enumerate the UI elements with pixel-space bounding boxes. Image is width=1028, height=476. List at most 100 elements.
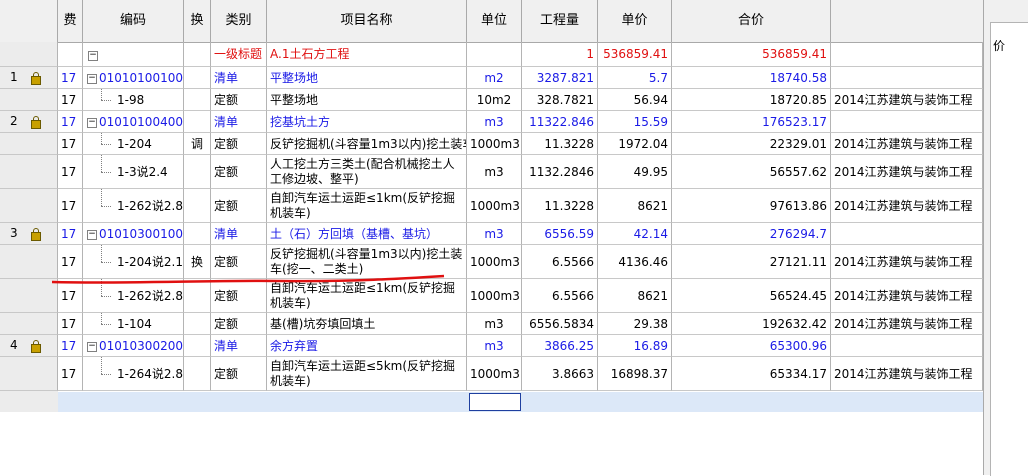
huan-cell[interactable] <box>184 89 211 111</box>
standard-cell[interactable] <box>831 67 983 89</box>
code-cell[interactable]: 010101004001 <box>83 111 184 133</box>
item-name-cell[interactable]: 自卸汽车运土运距≤1km(反铲挖掘机装车) <box>267 279 467 313</box>
code-cell[interactable]: 1-104 <box>83 313 184 335</box>
fee-cell[interactable]: 17 <box>58 223 83 245</box>
col-header-total[interactable]: 合价 <box>672 0 831 42</box>
item-name-cell[interactable]: 土（石）方回填（基槽、基坑） <box>267 223 467 245</box>
standard-cell[interactable]: 2014江苏建筑与装饰工程 <box>831 245 983 279</box>
standard-cell[interactable]: 2014江苏建筑与装饰工程 <box>831 313 983 335</box>
quantity-cell[interactable]: 11.3228 <box>522 133 598 155</box>
col-header-qty[interactable]: 工程量 <box>522 0 598 42</box>
code-cell[interactable]: 1-3说2.4 <box>83 155 184 189</box>
row-header[interactable]: 3 <box>0 223 58 245</box>
unit-price-cell[interactable]: 4136.46 <box>598 245 672 279</box>
total-price-cell[interactable]: 18720.85 <box>672 89 831 111</box>
total-price-cell[interactable]: 27121.11 <box>672 245 831 279</box>
row-header[interactable]: 2 <box>0 111 58 133</box>
collapse-icon[interactable]: − <box>87 342 97 352</box>
collapse-icon[interactable]: − <box>87 230 97 240</box>
standard-cell[interactable]: 2014江苏建筑与装饰工程 <box>831 133 983 155</box>
quantity-cell[interactable]: 1132.2846 <box>522 155 598 189</box>
huan-cell[interactable] <box>184 111 211 133</box>
fee-cell[interactable]: 17 <box>58 111 83 133</box>
unit-cell[interactable]: 1000m3 <box>467 279 522 313</box>
fee-cell[interactable]: 17 <box>58 133 83 155</box>
col-header-name[interactable]: 项目名称 <box>267 0 467 42</box>
unit-cell[interactable]: m2 <box>467 67 522 89</box>
fee-cell[interactable]: 17 <box>58 89 83 111</box>
category-cell[interactable]: 定额 <box>211 155 267 189</box>
code-cell[interactable]: 010103001001 <box>83 223 184 245</box>
quantity-cell[interactable]: 1 <box>522 42 598 67</box>
unit-price-cell[interactable]: 536859.41 <box>598 42 672 67</box>
unit-price-cell[interactable]: 29.38 <box>598 313 672 335</box>
col-header-unit[interactable]: 单位 <box>467 0 522 42</box>
row-header[interactable]: 1 <box>0 67 58 89</box>
category-cell[interactable]: 定额 <box>211 133 267 155</box>
code-cell[interactable]: 1-98 <box>83 89 184 111</box>
row-header[interactable] <box>0 89 58 111</box>
total-price-cell[interactable]: 22329.01 <box>672 133 831 155</box>
row-header[interactable] <box>0 42 58 67</box>
huan-cell[interactable]: 换 <box>184 245 211 279</box>
col-header-huan[interactable]: 换 <box>184 0 211 42</box>
collapse-icon[interactable]: − <box>88 50 98 61</box>
collapse-icon[interactable]: − <box>87 74 97 84</box>
unit-cell[interactable]: m3 <box>467 335 522 357</box>
col-header-category[interactable]: 类别 <box>211 0 267 42</box>
fee-cell[interactable]: 17 <box>58 245 83 279</box>
row-header[interactable] <box>0 357 58 391</box>
fee-cell[interactable]: 17 <box>58 67 83 89</box>
standard-cell[interactable]: 2014江苏建筑与装饰工程 <box>831 155 983 189</box>
standard-cell[interactable] <box>831 335 983 357</box>
category-cell[interactable]: 清单 <box>211 67 267 89</box>
unit-price-cell[interactable]: 15.59 <box>598 111 672 133</box>
standard-cell[interactable]: 2014江苏建筑与装饰工程 <box>831 189 983 223</box>
total-price-cell[interactable]: 192632.42 <box>672 313 831 335</box>
quantity-cell[interactable]: 6556.59 <box>522 223 598 245</box>
item-name-cell[interactable]: 余方弃置 <box>267 335 467 357</box>
huan-cell[interactable] <box>184 279 211 313</box>
category-cell[interactable]: 定额 <box>211 357 267 391</box>
category-cell[interactable]: 定额 <box>211 279 267 313</box>
unit-cell[interactable]: 1000m3 <box>467 245 522 279</box>
standard-cell[interactable]: 2014江苏建筑与装饰工程 <box>831 279 983 313</box>
row-header[interactable]: 4 <box>0 335 58 357</box>
standard-cell[interactable] <box>831 42 983 67</box>
fee-cell[interactable]: 17 <box>58 335 83 357</box>
row-header[interactable] <box>0 155 58 189</box>
col-header-code[interactable]: 编码 <box>83 0 184 42</box>
huan-cell[interactable] <box>184 155 211 189</box>
unit-price-cell[interactable]: 8621 <box>598 279 672 313</box>
category-cell[interactable]: 定额 <box>211 245 267 279</box>
huan-cell[interactable] <box>184 189 211 223</box>
unit-cell[interactable]: 1000m3 <box>467 133 522 155</box>
total-price-cell[interactable]: 65300.96 <box>672 335 831 357</box>
huan-cell[interactable] <box>184 67 211 89</box>
item-name-cell[interactable]: 基(槽)坑夯填回填土 <box>267 313 467 335</box>
fee-cell[interactable]: 17 <box>58 313 83 335</box>
standard-cell[interactable]: 2014江苏建筑与装饰工程 <box>831 89 983 111</box>
unit-price-cell[interactable]: 49.95 <box>598 155 672 189</box>
quantity-cell[interactable]: 11.3228 <box>522 189 598 223</box>
quantity-cell[interactable]: 6556.5834 <box>522 313 598 335</box>
col-header-price[interactable]: 单价 <box>598 0 672 42</box>
unit-price-cell[interactable]: 5.7 <box>598 67 672 89</box>
huan-cell[interactable] <box>184 223 211 245</box>
item-name-cell[interactable]: 挖基坑土方 <box>267 111 467 133</box>
fee-cell[interactable]: 17 <box>58 155 83 189</box>
huan-cell[interactable]: 调 <box>184 133 211 155</box>
code-cell[interactable]: 1-262说2.82 <box>83 279 184 313</box>
collapse-icon[interactable]: − <box>87 118 97 128</box>
code-cell[interactable]: 1-204说2.11 <box>83 245 184 279</box>
code-cell[interactable]: 1-204 <box>83 133 184 155</box>
unit-price-cell[interactable]: 42.14 <box>598 223 672 245</box>
category-cell[interactable]: 清单 <box>211 335 267 357</box>
fee-cell[interactable] <box>58 42 83 67</box>
unit-cell[interactable]: m3 <box>467 155 522 189</box>
code-cell[interactable] <box>83 42 184 67</box>
unit-price-cell[interactable]: 1972.04 <box>598 133 672 155</box>
active-cell[interactable] <box>469 393 521 411</box>
item-name-cell[interactable]: 反铲挖掘机(斗容量1m3以内)挖土装车(挖一、二类土) <box>267 245 467 279</box>
code-cell[interactable]: 010103002001 <box>83 335 184 357</box>
